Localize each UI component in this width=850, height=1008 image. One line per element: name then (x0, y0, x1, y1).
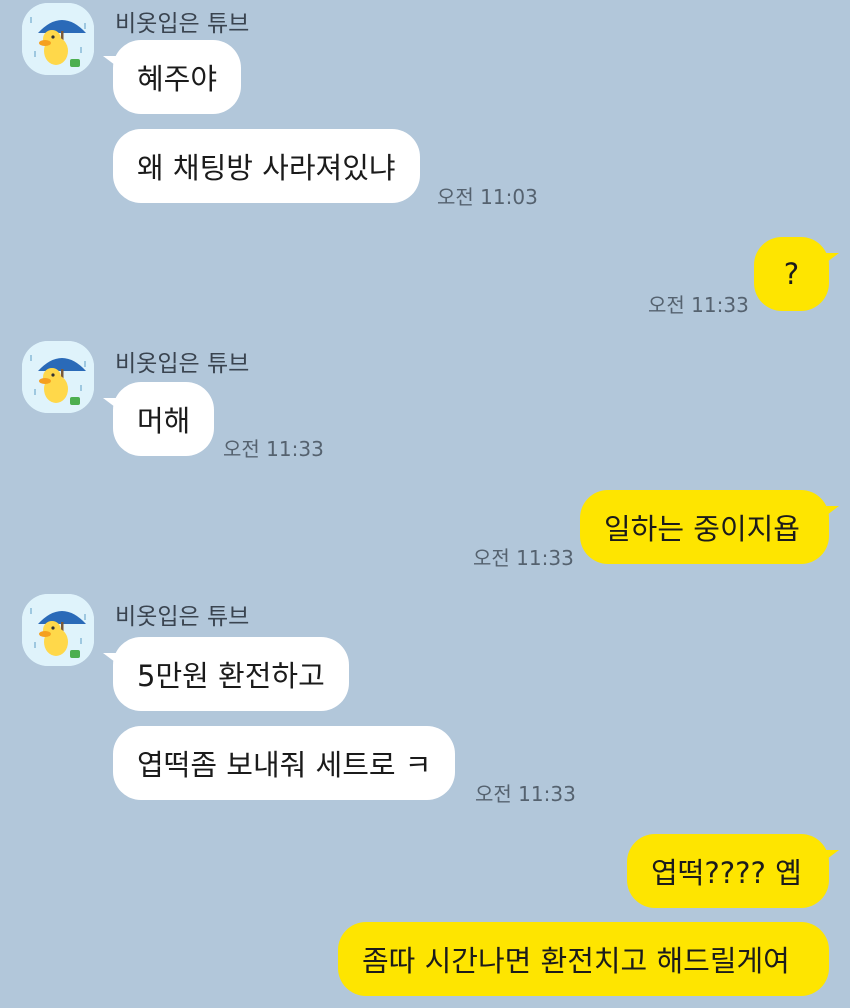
sender-name: 비옷입은 튜브 (115, 11, 250, 37)
message-time: 오전 11:33 (223, 437, 324, 461)
sender-name: 비옷입은 튜브 (115, 351, 250, 377)
message-bubble[interactable]: 엽떡좀 보내줘 세트로 ㅋ (113, 726, 456, 800)
message-text: 일하는 중이지욥 (604, 512, 800, 546)
message-text: 왜 채팅방 사라져있냐 (137, 151, 396, 185)
message-bubble[interactable]: 좀따 시간나면 환전치고 해드릴게여 (338, 922, 829, 996)
duck-with-umbrella-icon (22, 341, 94, 413)
message-text: 좀따 시간나면 환전치고 해드릴게여 (362, 944, 790, 978)
message-bubble[interactable]: 혜주야 (102, 40, 242, 114)
message-time: 오전 11:33 (475, 782, 576, 806)
sender-avatar[interactable] (22, 341, 94, 413)
sender-avatar[interactable] (22, 594, 94, 666)
message-time: 오전 11:33 (648, 293, 749, 317)
message-time: 오전 11:03 (437, 185, 538, 209)
message-text: 엽떡좀 보내줘 세트로 ㅋ (137, 748, 432, 782)
message-bubble[interactable]: ? (754, 237, 839, 311)
duck-with-umbrella-icon (22, 3, 94, 75)
message-bubble[interactable]: 엽떡???? 옙 (627, 834, 839, 908)
message-text: 머해 (137, 404, 191, 438)
sender-avatar[interactable] (22, 3, 94, 75)
message-text: 혜주야 (137, 62, 218, 96)
duck-with-umbrella-icon (22, 594, 94, 666)
message-bubble[interactable]: 일하는 중이지욥 (580, 490, 839, 564)
message-text: 5만원 환전하고 (137, 659, 325, 693)
message-bubble[interactable]: 머해 (102, 382, 215, 456)
message-time: 오전 11:33 (473, 546, 574, 570)
message-bubble[interactable]: 5만원 환전하고 (103, 637, 349, 711)
message-text: 엽떡???? 옙 (651, 856, 802, 890)
sender-name: 비옷입은 튜브 (115, 604, 250, 630)
message-bubble[interactable]: 왜 채팅방 사라져있냐 (113, 129, 420, 203)
message-text: ? (783, 257, 800, 291)
